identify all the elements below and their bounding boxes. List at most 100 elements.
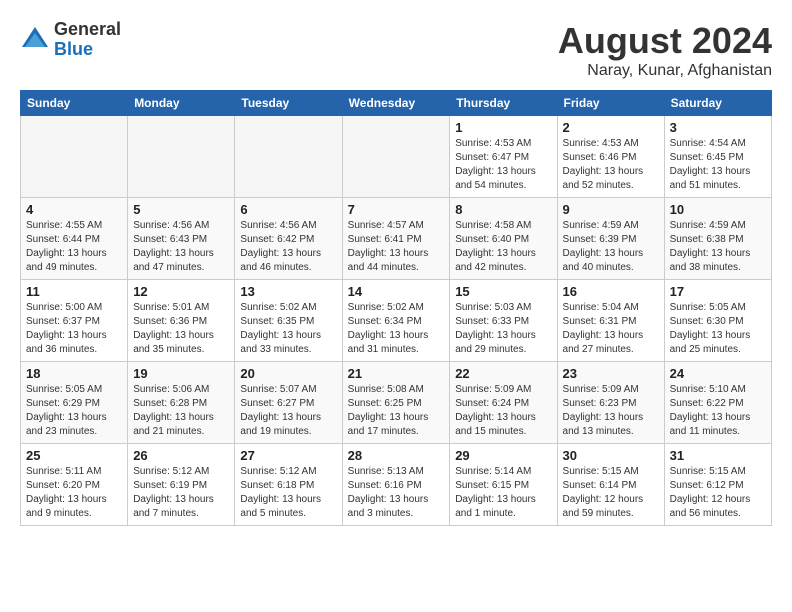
day-info: Sunrise: 5:03 AM Sunset: 6:33 PM Dayligh… xyxy=(455,301,551,357)
day-number: 12 xyxy=(133,284,229,299)
day-info: Sunrise: 5:08 AM Sunset: 6:25 PM Dayligh… xyxy=(348,383,445,439)
day-info: Sunrise: 5:09 AM Sunset: 6:23 PM Dayligh… xyxy=(563,383,659,439)
day-number: 20 xyxy=(240,366,336,381)
day-info: Sunrise: 5:10 AM Sunset: 6:22 PM Dayligh… xyxy=(670,383,766,439)
day-info: Sunrise: 5:13 AM Sunset: 6:16 PM Dayligh… xyxy=(348,465,445,521)
day-info: Sunrise: 4:59 AM Sunset: 6:38 PM Dayligh… xyxy=(670,219,766,275)
calendar-cell: 27 Sunrise: 5:12 AM Sunset: 6:18 PM Dayli… xyxy=(235,444,342,526)
day-info: Sunrise: 5:05 AM Sunset: 6:29 PM Dayligh… xyxy=(26,383,122,439)
page-header: General Blue August 2024 Naray, Kunar, A… xyxy=(20,20,772,80)
day-info: Sunrise: 5:14 AM Sunset: 6:15 PM Dayligh… xyxy=(455,465,551,521)
day-number: 30 xyxy=(563,448,659,463)
day-info: Sunrise: 4:58 AM Sunset: 6:40 PM Dayligh… xyxy=(455,219,551,275)
calendar-week-2: 11Sunrise: 5:00 AM Sunset: 6:37 PM Dayli… xyxy=(21,280,772,362)
calendar-cell: 15 Sunrise: 5:03 AM Sunset: 6:33 PM Dayli… xyxy=(450,280,557,362)
calendar-cell: 26Sunrise: 5:12 AM Sunset: 6:19 PM Dayli… xyxy=(128,444,235,526)
day-info: Sunrise: 5:01 AM Sunset: 6:36 PM Dayligh… xyxy=(133,301,229,357)
day-number: 28 xyxy=(348,448,445,463)
calendar-cell: 25 Sunrise: 5:11 AM Sunset: 6:20 PM Dayli… xyxy=(21,444,128,526)
day-number: 7 xyxy=(348,202,445,217)
day-info: Sunrise: 4:54 AM Sunset: 6:45 PM Dayligh… xyxy=(670,137,766,193)
day-info: Sunrise: 4:55 AM Sunset: 6:44 PM Dayligh… xyxy=(26,219,122,275)
calendar-week-3: 18 Sunrise: 5:05 AM Sunset: 6:29 PM Dayli… xyxy=(21,362,772,444)
calendar-cell: 17 Sunrise: 5:05 AM Sunset: 6:30 PM Dayli… xyxy=(664,280,771,362)
day-info: Sunrise: 5:02 AM Sunset: 6:35 PM Dayligh… xyxy=(240,301,336,357)
day-info: Sunrise: 5:05 AM Sunset: 6:30 PM Dayligh… xyxy=(670,301,766,357)
day-number: 21 xyxy=(348,366,445,381)
calendar-cell: 28 Sunrise: 5:13 AM Sunset: 6:16 PM Dayli… xyxy=(342,444,450,526)
col-saturday: Saturday xyxy=(664,91,771,116)
calendar-cell xyxy=(342,116,450,198)
calendar-cell: 21 Sunrise: 5:08 AM Sunset: 6:25 PM Dayli… xyxy=(342,362,450,444)
logo-icon xyxy=(20,25,50,55)
calendar-cell xyxy=(21,116,128,198)
calendar-cell: 20 Sunrise: 5:07 AM Sunset: 6:27 PM Dayli… xyxy=(235,362,342,444)
day-info: Sunrise: 5:11 AM Sunset: 6:20 PM Dayligh… xyxy=(26,465,122,521)
day-number: 15 xyxy=(455,284,551,299)
day-info: Sunrise: 5:07 AM Sunset: 6:27 PM Dayligh… xyxy=(240,383,336,439)
day-number: 11 xyxy=(26,284,122,299)
day-number: 10 xyxy=(670,202,766,217)
calendar-cell: 24 Sunrise: 5:10 AM Sunset: 6:22 PM Dayli… xyxy=(664,362,771,444)
calendar-cell: 31 Sunrise: 5:15 AM Sunset: 6:12 PM Dayli… xyxy=(664,444,771,526)
calendar-week-1: 4 Sunrise: 4:55 AM Sunset: 6:44 PM Daylig… xyxy=(21,198,772,280)
day-number: 27 xyxy=(240,448,336,463)
calendar-cell: 3 Sunrise: 4:54 AM Sunset: 6:45 PM Daylig… xyxy=(664,116,771,198)
calendar-cell: 23Sunrise: 5:09 AM Sunset: 6:23 PM Dayli… xyxy=(557,362,664,444)
day-number: 25 xyxy=(26,448,122,463)
day-info: Sunrise: 5:06 AM Sunset: 6:28 PM Dayligh… xyxy=(133,383,229,439)
day-number: 14 xyxy=(348,284,445,299)
day-number: 31 xyxy=(670,448,766,463)
day-info: Sunrise: 4:53 AM Sunset: 6:47 PM Dayligh… xyxy=(455,137,551,193)
calendar-cell: 5Sunrise: 4:56 AM Sunset: 6:43 PM Daylig… xyxy=(128,198,235,280)
day-info: Sunrise: 4:57 AM Sunset: 6:41 PM Dayligh… xyxy=(348,219,445,275)
day-number: 29 xyxy=(455,448,551,463)
day-number: 17 xyxy=(670,284,766,299)
header-row: Sunday Monday Tuesday Wednesday Thursday… xyxy=(21,91,772,116)
day-info: Sunrise: 4:59 AM Sunset: 6:39 PM Dayligh… xyxy=(563,219,659,275)
col-sunday: Sunday xyxy=(21,91,128,116)
calendar-cell xyxy=(128,116,235,198)
day-info: Sunrise: 5:15 AM Sunset: 6:14 PM Dayligh… xyxy=(563,465,659,521)
day-number: 4 xyxy=(26,202,122,217)
day-info: Sunrise: 4:56 AM Sunset: 6:42 PM Dayligh… xyxy=(240,219,336,275)
calendar-cell: 12 Sunrise: 5:01 AM Sunset: 6:36 PM Dayli… xyxy=(128,280,235,362)
col-tuesday: Tuesday xyxy=(235,91,342,116)
calendar-week-0: 1 Sunrise: 4:53 AM Sunset: 6:47 PM Daylig… xyxy=(21,116,772,198)
calendar-cell: 30 Sunrise: 5:15 AM Sunset: 6:14 PM Dayli… xyxy=(557,444,664,526)
day-info: Sunrise: 5:09 AM Sunset: 6:24 PM Dayligh… xyxy=(455,383,551,439)
calendar-cell: 8Sunrise: 4:58 AM Sunset: 6:40 PM Daylig… xyxy=(450,198,557,280)
day-info: Sunrise: 4:53 AM Sunset: 6:46 PM Dayligh… xyxy=(563,137,659,193)
logo: General Blue xyxy=(20,20,121,60)
day-number: 3 xyxy=(670,120,766,135)
calendar-cell: 14 Sunrise: 5:02 AM Sunset: 6:34 PM Dayli… xyxy=(342,280,450,362)
day-info: Sunrise: 5:12 AM Sunset: 6:18 PM Dayligh… xyxy=(240,465,336,521)
calendar-cell: 19 Sunrise: 5:06 AM Sunset: 6:28 PM Dayli… xyxy=(128,362,235,444)
col-wednesday: Wednesday xyxy=(342,91,450,116)
calendar-cell: 22Sunrise: 5:09 AM Sunset: 6:24 PM Dayli… xyxy=(450,362,557,444)
calendar-cell: 18 Sunrise: 5:05 AM Sunset: 6:29 PM Dayli… xyxy=(21,362,128,444)
day-number: 16 xyxy=(563,284,659,299)
location-text: Naray, Kunar, Afghanistan xyxy=(558,62,772,80)
calendar-cell xyxy=(235,116,342,198)
logo-general-text: General xyxy=(54,20,121,40)
day-number: 24 xyxy=(670,366,766,381)
day-number: 19 xyxy=(133,366,229,381)
calendar-week-4: 25 Sunrise: 5:11 AM Sunset: 6:20 PM Dayli… xyxy=(21,444,772,526)
col-thursday: Thursday xyxy=(450,91,557,116)
day-number: 1 xyxy=(455,120,551,135)
day-info: Sunrise: 5:04 AM Sunset: 6:31 PM Dayligh… xyxy=(563,301,659,357)
calendar-table: Sunday Monday Tuesday Wednesday Thursday… xyxy=(20,90,772,526)
calendar-cell: 7 Sunrise: 4:57 AM Sunset: 6:41 PM Daylig… xyxy=(342,198,450,280)
day-number: 6 xyxy=(240,202,336,217)
day-number: 2 xyxy=(563,120,659,135)
day-info: Sunrise: 5:15 AM Sunset: 6:12 PM Dayligh… xyxy=(670,465,766,521)
day-number: 5 xyxy=(133,202,229,217)
day-number: 18 xyxy=(26,366,122,381)
day-info: Sunrise: 5:02 AM Sunset: 6:34 PM Dayligh… xyxy=(348,301,445,357)
month-year-title: August 2024 xyxy=(558,20,772,62)
calendar-cell: 6 Sunrise: 4:56 AM Sunset: 6:42 PM Daylig… xyxy=(235,198,342,280)
col-monday: Monday xyxy=(128,91,235,116)
calendar-cell: 1 Sunrise: 4:53 AM Sunset: 6:47 PM Daylig… xyxy=(450,116,557,198)
title-block: August 2024 Naray, Kunar, Afghanistan xyxy=(558,20,772,80)
